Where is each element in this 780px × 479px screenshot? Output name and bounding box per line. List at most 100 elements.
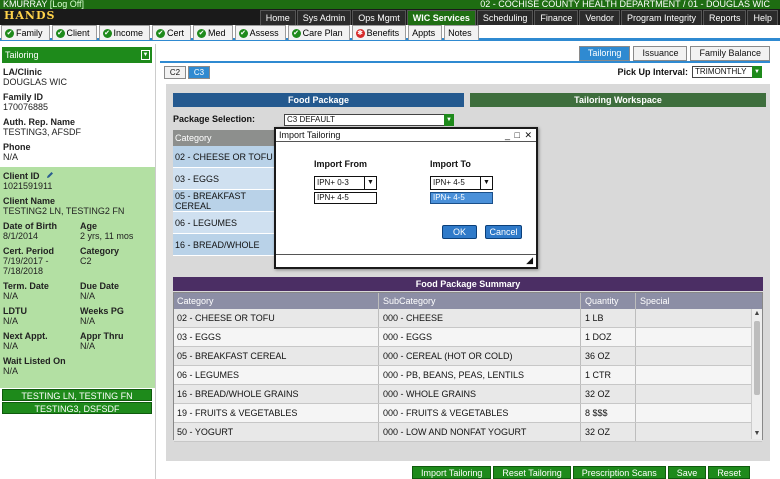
import-tailoring-button[interactable]: Import Tailoring: [412, 466, 492, 479]
nav-home[interactable]: Home: [259, 10, 296, 25]
client-subtabs: C2 C3: [164, 66, 212, 79]
family-info: LA/Clinic DOUGLAS WIC Family ID 17007688…: [0, 63, 155, 162]
client-name-label: Client Name: [3, 196, 56, 206]
import-from-value: IPN+ 0-3: [317, 178, 349, 187]
table-row[interactable]: 50 - YOGURT 000 - LOW AND NONFAT YOGURT 32…: [174, 423, 762, 442]
table-row[interactable]: 03 - EGGS 000 - EGGS 1 DOZ: [174, 328, 762, 347]
tab-label: Income: [113, 28, 144, 38]
tab-appts[interactable]: Appts: [408, 25, 443, 40]
tab-label: Cert: [167, 28, 185, 38]
age-label: Age: [80, 221, 98, 231]
subtab-c3[interactable]: C3: [188, 66, 210, 79]
special-cell: [636, 404, 751, 422]
list-item[interactable]: 03 - EGGS: [173, 168, 277, 190]
table-row[interactable]: 02 - CHEESE OR TOFU 000 - CHEESE 1 LB: [174, 309, 762, 328]
nav-program-integrity[interactable]: Program Integrity: [620, 10, 702, 25]
pickup-interval-label: Pick Up Interval:: [617, 67, 688, 77]
weeks-pg-label: Weeks PG: [80, 306, 124, 316]
tab-underline: [160, 61, 770, 63]
category-cell: 03 - EGGS: [174, 328, 379, 346]
category-value: C2: [80, 256, 92, 266]
tab-notes[interactable]: Notes: [444, 25, 479, 40]
pickup-interval-select[interactable]: TRIMONTHLY ▼: [692, 66, 762, 78]
pickup-interval-value: TRIMONTHLY: [695, 67, 747, 76]
chevron-down-icon[interactable]: ▼: [752, 429, 762, 439]
table-row[interactable]: 19 - FRUITS & VEGETABLES 000 - FRUITS & V…: [174, 404, 762, 423]
save-button[interactable]: Save: [667, 466, 707, 479]
check-circle-icon: ✔: [55, 28, 65, 38]
tab-benefits[interactable]: ✱ Benefits: [351, 25, 407, 40]
summary-scrollbar[interactable]: ▲ ▼: [751, 309, 762, 439]
package-selection-select[interactable]: C3 DEFAULT ▼: [284, 114, 454, 126]
subtab-c2[interactable]: C2: [164, 66, 186, 79]
top-bar: KMURRAY [Log Off] 02 - COCHISE COUNTY HE…: [0, 0, 780, 9]
family-member-button[interactable]: TESTING3, DSFSDF: [2, 402, 152, 414]
tab-income[interactable]: ✔ Income: [98, 25, 151, 40]
department-clinic: 02 - COCHISE COUNTY HEALTH DEPARTMENT / …: [480, 0, 770, 9]
nav-wic-services[interactable]: WIC Services: [406, 10, 476, 25]
nav-scheduling[interactable]: Scheduling: [476, 10, 534, 25]
tab-family[interactable]: ✔ Family: [1, 25, 50, 40]
nav-ops-mgmt[interactable]: Ops Mgmt: [352, 10, 406, 25]
subcategory-cell: 000 - CEREAL (HOT OR COLD): [379, 347, 581, 365]
list-item[interactable]: 02 - CHEESE OR TOFU: [173, 146, 277, 168]
ok-button[interactable]: OK: [442, 225, 477, 239]
import-from-select[interactable]: IPN+ 0-3 ▼: [314, 176, 377, 190]
category-cell: 06 - LEGUMES: [174, 366, 379, 384]
list-item[interactable]: 16 - BREAD/WHOLE: [173, 234, 277, 256]
category-column-header: Category: [173, 130, 277, 146]
tab-med[interactable]: ✔ Med: [193, 25, 233, 40]
nav-sys-admin[interactable]: Sys Admin: [296, 10, 352, 25]
chevron-up-icon[interactable]: ▲: [752, 309, 762, 319]
tab-family-balance[interactable]: Family Balance: [690, 46, 770, 61]
cancel-button[interactable]: Cancel: [485, 225, 522, 239]
food-package-category-list: Category 02 - CHEESE OR TOFU 03 - EGGS 05 …: [173, 130, 277, 256]
import-to-option[interactable]: IPN+ 4-5: [430, 192, 493, 204]
tab-tailoring[interactable]: Tailoring: [578, 46, 631, 61]
ldtu-label: LDTU: [3, 306, 27, 316]
family-member-button[interactable]: TESTING LN, TESTING FN: [2, 389, 152, 401]
window-controls-icon[interactable]: _ □ ✕: [505, 129, 533, 141]
tab-client[interactable]: ✔ Client: [51, 25, 97, 40]
import-to-select[interactable]: IPN+ 4-5 ▼: [430, 176, 493, 190]
import-from-option[interactable]: IPN+ 4-5: [314, 192, 377, 204]
scrollbar-thumb[interactable]: [754, 321, 760, 395]
tab-cert[interactable]: ✔ Cert: [152, 25, 192, 40]
food-package-header: Food Package: [173, 93, 464, 107]
list-item[interactable]: 05 - BREAKFAST CEREAL: [173, 190, 277, 212]
family-id-value: 170076885: [3, 102, 49, 112]
subcategory-cell: 000 - WHOLE GRAINS: [379, 385, 581, 403]
resize-grip-icon[interactable]: ◢: [526, 255, 533, 266]
nav-vendor[interactable]: Vendor: [579, 10, 620, 25]
term-date-label: Term. Date: [3, 281, 49, 291]
nav-reports[interactable]: Reports: [702, 10, 747, 25]
tab-assess[interactable]: ✔ Assess: [234, 25, 286, 40]
import-to-label: Import To: [430, 159, 471, 169]
edit-pencil-icon[interactable]: [46, 171, 54, 179]
client-id-label: Client ID: [3, 171, 40, 181]
table-row[interactable]: 05 - BREAKFAST CEREAL 000 - CEREAL (HOT O…: [174, 347, 762, 366]
nav-help[interactable]: Help: [747, 10, 778, 25]
table-row[interactable]: 16 - BREAD/WHOLE GRAINS 000 - WHOLE GRAIN…: [174, 385, 762, 404]
list-item[interactable]: 06 - LEGUMES: [173, 212, 277, 234]
action-bar: Import Tailoring Reset Tailoring Prescript…: [412, 466, 752, 479]
chevron-down-icon: ▼: [364, 177, 376, 189]
package-selection-value: C3 DEFAULT: [287, 115, 335, 124]
reset-tailoring-button[interactable]: Reset Tailoring: [493, 466, 571, 479]
reset-button[interactable]: Reset: [708, 466, 750, 479]
main-navigation: Home Sys Admin Ops Mgmt WIC Services Schedul…: [259, 9, 778, 25]
logout-link[interactable]: [Log Off]: [50, 0, 84, 9]
tab-issuance[interactable]: Issuance: [633, 46, 688, 61]
check-circle-icon: ✔: [102, 28, 112, 38]
nav-finance[interactable]: Finance: [534, 10, 579, 25]
error-circle-icon: ✱: [355, 28, 365, 38]
panel-view-select[interactable]: Tailoring ▼: [2, 47, 152, 63]
check-circle-icon: ✔: [197, 28, 207, 38]
dialog-footer: ◢: [276, 254, 536, 267]
category-cell: 50 - YOGURT: [174, 423, 379, 441]
prescription-scans-button[interactable]: Prescription Scans: [572, 466, 666, 479]
tab-care-plan[interactable]: ✔ Care Plan: [287, 25, 350, 40]
dob-label: Date of Birth: [3, 221, 57, 231]
quantity-cell: 1 DOZ: [581, 328, 636, 346]
table-row[interactable]: 06 - LEGUMES 000 - PB, BEANS, PEAS, LENTI…: [174, 366, 762, 385]
